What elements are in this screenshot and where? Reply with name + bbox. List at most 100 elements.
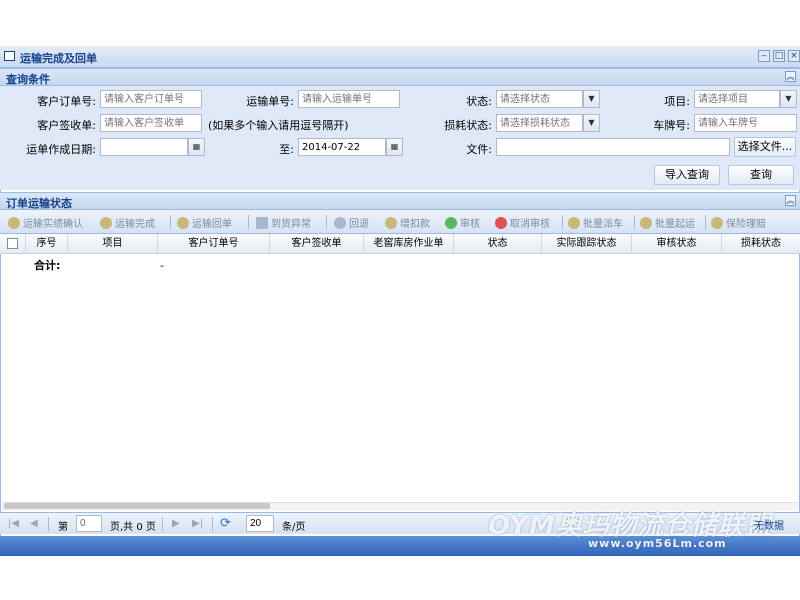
column-header[interactable]: 老窖库房作业单 [364,234,454,254]
column-header[interactable]: 序号 [26,234,68,254]
order-section-title: 订单运输状态 [6,197,72,210]
toolbar-button-receipt[interactable]: 运输回单 [177,215,232,230]
column-header[interactable]: 项目 [68,234,158,254]
project-dropdown-icon[interactable]: ▼ [780,90,797,108]
total-pages-label: 页,共 0 页 [110,522,156,533]
close-button[interactable]: × [788,50,800,62]
toolbar-separator [562,215,563,229]
toolbar-button-complete[interactable]: 运输完成 [100,215,155,230]
query-section-header: 查询条件 ︽ [0,68,800,86]
toolbar-button-confirm[interactable]: 运输实绩确认 [8,215,83,230]
gear-icon [640,217,652,229]
page-size-input[interactable] [246,515,274,532]
window-icon [4,51,15,61]
gear-icon [568,217,580,229]
last-page-icon[interactable]: ▶| [192,518,203,529]
toolbar-button-batch-ship[interactable]: 批量起运 [640,215,695,230]
window-title: 运输完成及回单 [20,52,97,65]
toolbar-label: 到货异常 [271,219,311,230]
brand-watermark: OYM奥玛物流仓储联盟 www.oym56Lm.com 无数据 [488,505,798,553]
column-header[interactable]: 损耗状态 [722,234,800,254]
import-query-button[interactable]: 导入查询 [654,165,720,185]
pager-separator [48,517,49,531]
grid-toolbar: 运输实绩确认 运输完成 运输回单 到货异常 回退 增扣款 审核 取消审核 批量派… [0,210,800,234]
summary-value: - [160,259,164,272]
file-label: 文件: [466,143,492,156]
toolbar-label: 回退 [349,219,369,230]
toolbar-label: 运输回单 [192,219,232,230]
column-header[interactable]: 客户订单号 [158,234,270,254]
toolbar-label: 运输完成 [115,219,155,230]
toolbar-separator [634,215,635,229]
toolbar-label: 审核 [460,219,480,230]
customer-receipt-input[interactable] [100,114,202,132]
summary-label: 合计: [34,259,61,272]
collapse-order-icon[interactable]: ︽ [785,195,796,206]
toolbar-separator [326,215,327,229]
file-input[interactable] [496,138,730,156]
toolbar-button-cancel-approve[interactable]: 取消审核 [495,215,550,230]
maximize-button[interactable]: □ [773,50,785,62]
gear-icon [711,217,723,229]
loss-status-dropdown-icon[interactable]: ▼ [583,114,600,132]
to-label: 至: [279,143,294,156]
collapse-query-icon[interactable]: ︽ [785,71,796,82]
gear-icon [385,217,397,229]
choose-file-button[interactable]: 选择文件... [734,137,796,157]
toolbar-label: 保险理赔 [726,219,766,230]
customer-receipt-label: 客户签收单: [37,119,96,132]
page-label: 第 [58,522,68,533]
window-titlebar: 运输完成及回单 ‒ □ × [0,46,800,68]
toolbar-label: 批量派车 [583,219,623,230]
toolbar-button-approve[interactable]: 审核 [445,215,480,230]
column-header[interactable]: 实际跟踪状态 [542,234,632,254]
multi-input-note: (如果多个输入请用逗号隔开) [208,119,349,132]
minimize-button[interactable]: ‒ [758,50,770,62]
status-label: 状态: [466,95,492,108]
status-dropdown-icon[interactable]: ▼ [583,90,600,108]
x-icon [495,217,507,229]
toolbar-button-insurance-claim[interactable]: 保险理赔 [711,215,766,230]
pager-separator [162,517,163,531]
gear-icon [8,217,20,229]
no-data-label: 无数据 [754,521,784,532]
column-header[interactable]: 客户签收单 [270,234,364,254]
check-icon [445,217,457,229]
date-label: 运单作成日期: [26,143,96,156]
page-number-input[interactable] [76,515,102,532]
transport-no-label: 运输单号: [246,95,294,108]
grid-header: 序号 项目 客户订单号 客户签收单 老窖库房作业单 状态 实际跟踪状态 审核状态… [0,234,800,254]
date-to-input[interactable] [298,138,386,156]
status-select[interactable] [496,90,583,108]
toolbar-separator [705,215,706,229]
toolbar-button-deduction[interactable]: 增扣款 [385,215,430,230]
pager-separator [212,517,213,531]
toolbar-button-rollback[interactable]: 回退 [334,215,369,230]
transport-no-input[interactable] [298,90,400,108]
project-select[interactable] [694,90,780,108]
toolbar-button-batch-dispatch[interactable]: 批量派车 [568,215,623,230]
scrollbar-thumb[interactable] [4,503,270,509]
column-header[interactable]: 状态 [454,234,542,254]
loss-status-select[interactable] [496,114,583,132]
query-section-title: 查询条件 [6,73,50,86]
first-page-icon[interactable]: |◀ [8,518,19,529]
calendar-icon[interactable]: ▦ [188,138,205,156]
calendar-icon[interactable]: ▦ [386,138,403,156]
date-from-input[interactable] [100,138,188,156]
refresh-icon[interactable]: ⟳ [220,516,231,531]
plate-input[interactable] [694,114,797,132]
query-button[interactable]: 查询 [728,165,794,185]
watermark-url: www.oym56Lm.com [588,537,727,550]
gear-icon [100,217,112,229]
prev-page-icon[interactable]: ◀ [30,518,38,529]
loss-status-label: 损耗状态: [444,119,492,132]
back-icon [334,217,346,229]
per-page-label: 条/页 [282,522,306,533]
select-all-checkbox[interactable] [7,238,18,249]
column-header[interactable]: 审核状态 [632,234,722,254]
gear-icon [177,217,189,229]
next-page-icon[interactable]: ▶ [172,518,180,529]
customer-order-input[interactable] [100,90,202,108]
toolbar-button-arrival-exception[interactable]: 到货异常 [256,215,311,230]
